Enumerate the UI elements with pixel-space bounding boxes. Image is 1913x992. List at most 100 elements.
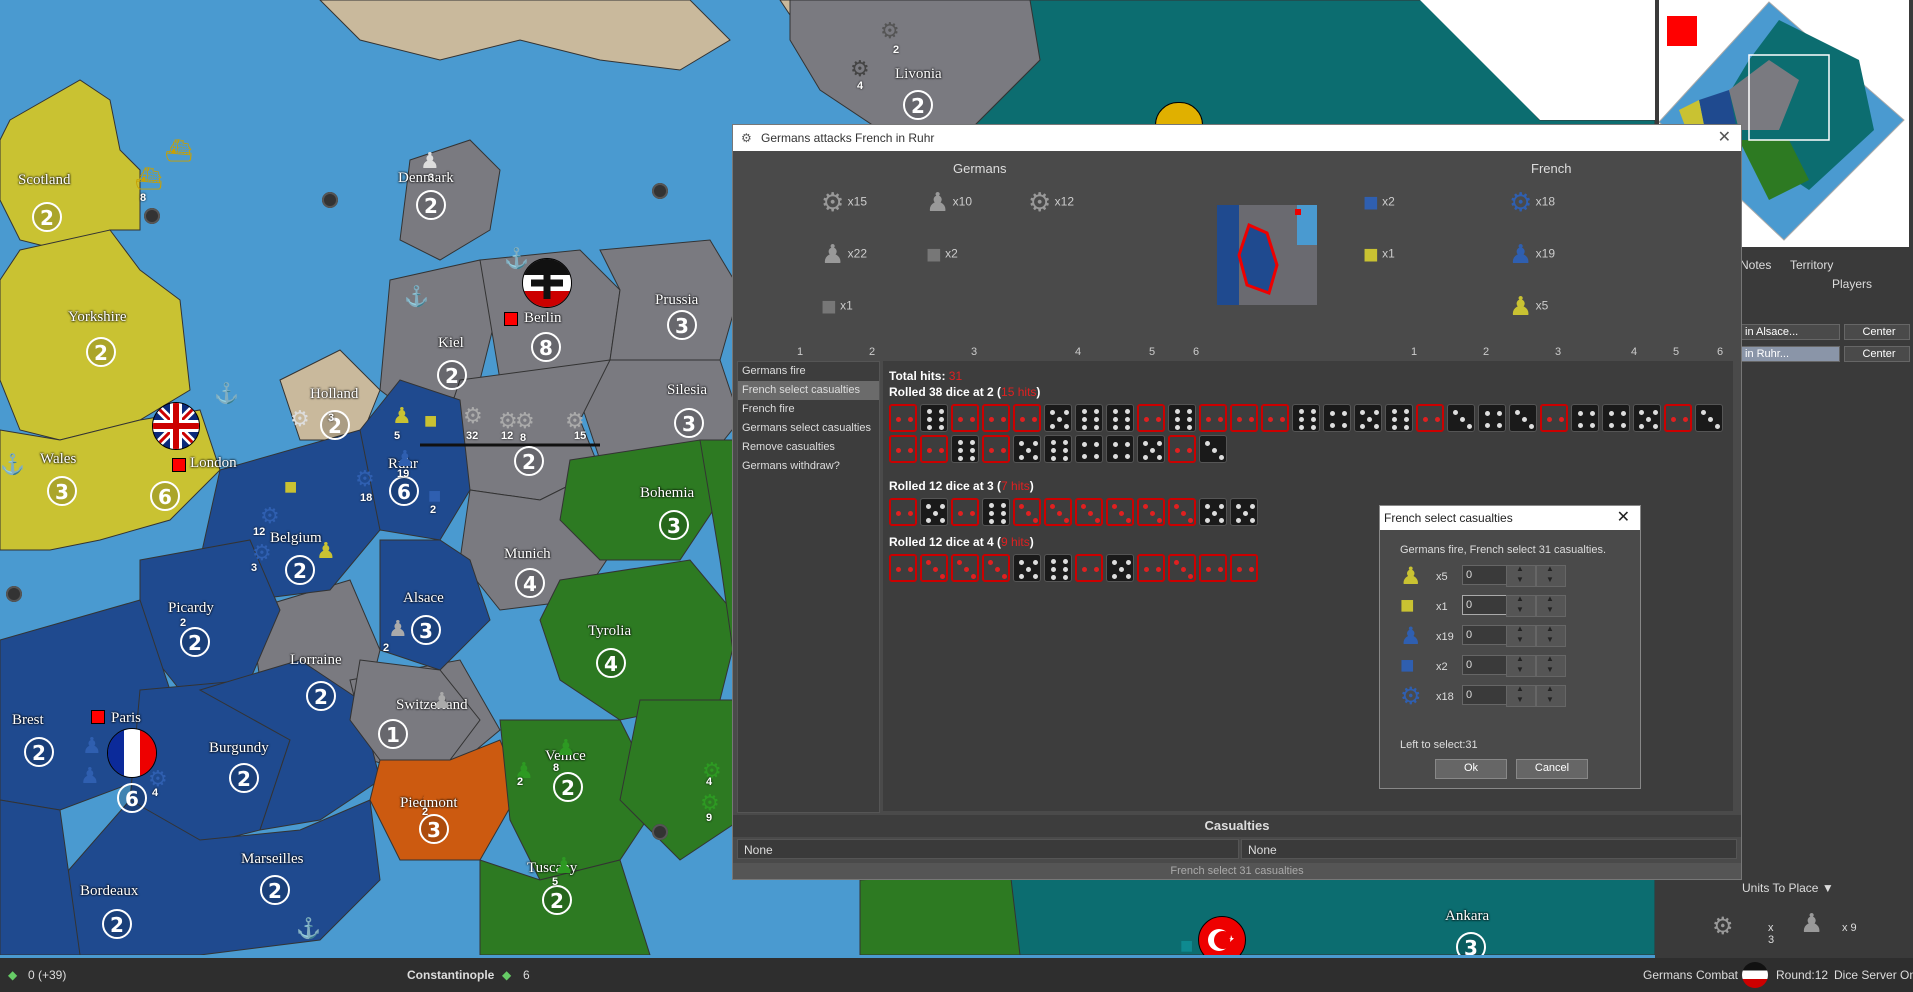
ruhr-territory-thumbnail xyxy=(1217,205,1317,305)
place-unit-artillery[interactable]: ⚙ x 3 xyxy=(1712,912,1782,946)
infantry-unit-icon[interactable]: ♟ xyxy=(388,618,408,640)
casualty-row: ♟ x5 xyxy=(1400,562,1630,592)
artillery-unit-icon[interactable]: ⚙ xyxy=(290,408,310,430)
casualty-count-input[interactable] xyxy=(1462,685,1508,705)
miss-die-icon xyxy=(1044,435,1072,463)
artillery-unit-icon[interactable]: ⚙ xyxy=(850,58,870,80)
battle-step-item[interactable]: Germans fire xyxy=(738,362,879,381)
hit-die-icon xyxy=(920,435,948,463)
tank-unit-icon[interactable]: ■ xyxy=(284,476,297,498)
battleship-unit-icon[interactable]: ⛴ xyxy=(135,168,163,190)
casualty-max-spinner[interactable] xyxy=(1536,594,1566,617)
casualty-spinner[interactable] xyxy=(1506,654,1536,677)
artillery-unit-icon[interactable]: ⚙ xyxy=(355,468,375,490)
battle-step-item[interactable]: Remove casualties xyxy=(738,438,879,457)
casualty-max-spinner[interactable] xyxy=(1536,684,1566,707)
tab-notes[interactable]: Notes xyxy=(1740,258,1771,272)
tab-territory[interactable]: Territory xyxy=(1790,258,1833,272)
artillery-unit-icon[interactable]: ⚙ xyxy=(700,792,720,814)
place-unit-infantry[interactable]: ♟ x 9 xyxy=(1800,908,1870,938)
pu-marker-piedmont: 3 xyxy=(419,814,449,844)
history-row-alsace[interactable]: in Alsace... xyxy=(1740,324,1840,340)
roll-label: Rolled 12 dice at 4 ( xyxy=(889,535,1002,549)
roll-suffix: ) xyxy=(1029,479,1034,493)
casualty-spinner[interactable] xyxy=(1506,564,1536,587)
casualty-max-spinner[interactable] xyxy=(1536,624,1566,647)
casualty-spinner[interactable] xyxy=(1506,624,1536,647)
close-icon[interactable]: ✕ xyxy=(1718,125,1731,151)
artillery-unit-icon[interactable]: ⚙ xyxy=(252,542,272,564)
miss-die-icon xyxy=(1044,404,1072,432)
cancel-button[interactable]: Cancel xyxy=(1516,759,1588,779)
defender-unit: ■ x1 xyxy=(1363,239,1395,270)
battleship-unit-icon[interactable]: ⛴ xyxy=(165,140,193,162)
hover-territory-pus: 6 xyxy=(523,968,530,982)
money-icon: ◆ xyxy=(502,968,512,982)
miss-die-icon xyxy=(1106,404,1134,432)
infantry-unit-icon[interactable]: ♟ xyxy=(432,690,452,712)
infantry-unit-icon[interactable]: ♟ xyxy=(556,737,576,759)
tank-unit-icon[interactable]: ■ xyxy=(424,410,437,432)
ok-button[interactable]: Ok xyxy=(1435,759,1507,779)
territory-label-kiel: Kiel xyxy=(438,335,464,351)
territory-label-picardy: Picardy xyxy=(168,600,214,616)
unit-count-label: 4 xyxy=(152,787,159,799)
center-button-ruhr[interactable]: Center xyxy=(1844,346,1910,362)
mine-icon xyxy=(322,192,338,208)
history-row-ruhr[interactable]: in Ruhr... xyxy=(1740,346,1840,362)
place-unit-count: x 9 xyxy=(1842,922,1857,934)
unit-count-label: 4 xyxy=(706,776,713,788)
casualty-spinner[interactable] xyxy=(1506,594,1536,617)
artillery-unit-icon[interactable]: ⚙ xyxy=(880,20,900,42)
infantry-unit-icon[interactable]: ♟ xyxy=(420,150,440,172)
pu-marker-prussia: 3 xyxy=(667,310,697,340)
artillery-unit-icon[interactable]: ⚙ xyxy=(565,410,585,432)
unit-count-label: 18 xyxy=(360,492,373,504)
battle-window-titlebar: ⚙ Germans attacks French in Ruhr ✕ xyxy=(733,125,1741,151)
center-button-alsace[interactable]: Center xyxy=(1844,324,1910,340)
casualty-spinner[interactable] xyxy=(1506,684,1536,707)
casualty-max-spinner[interactable] xyxy=(1536,654,1566,677)
artillery-unit-icon[interactable]: ⚙ xyxy=(260,505,280,527)
battle-step-item[interactable]: Germans withdraw? xyxy=(738,457,879,476)
tank-icon: ■ xyxy=(1400,652,1415,679)
roll-suffix: ) xyxy=(1036,385,1041,399)
battle-step-item[interactable]: Germans select casualties xyxy=(738,419,879,438)
infantry-unit-icon[interactable]: ♟ xyxy=(82,735,102,757)
territory-label-burgundy: Burgundy xyxy=(209,740,269,756)
artillery-unit-icon[interactable]: ⚙ xyxy=(463,405,483,427)
casualty-count-input[interactable] xyxy=(1462,565,1508,585)
infantry-unit-icon[interactable]: ♟ xyxy=(392,405,412,427)
unit-count-label: 32 xyxy=(466,430,479,442)
unit-count-label: 3 xyxy=(428,172,435,184)
miss-die-icon xyxy=(1199,435,1227,463)
casualty-count-input[interactable] xyxy=(1462,625,1508,645)
casualty-max-spinner[interactable] xyxy=(1536,564,1566,587)
tank-icon: ■ xyxy=(926,239,942,269)
hit-die-icon xyxy=(1013,498,1041,526)
infantry-unit-icon[interactable]: ♟ xyxy=(420,782,440,804)
pu-marker-wales: 3 xyxy=(47,476,77,506)
artillery-unit-icon[interactable]: ⚙ xyxy=(515,410,535,432)
casualty-count-input[interactable] xyxy=(1462,595,1508,615)
territory-label-london: London xyxy=(190,455,237,471)
hit-die-icon xyxy=(982,554,1010,582)
tank-unit-icon[interactable]: ■ xyxy=(1180,935,1193,956)
units-to-place-toggle[interactable]: Units To Place ▼ xyxy=(1742,881,1834,895)
current-player: Germans xyxy=(1643,968,1693,982)
close-icon[interactable]: ✕ xyxy=(1617,506,1630,530)
infantry-unit-icon[interactable]: ♟ xyxy=(80,765,100,787)
anchor-icon: ⚓ xyxy=(296,918,321,940)
infantry-unit-icon[interactable]: ♟ xyxy=(316,540,336,562)
infantry-unit-icon[interactable]: ♟ xyxy=(395,448,415,470)
hit-die-icon xyxy=(1230,404,1258,432)
tab-players[interactable]: Players xyxy=(1832,277,1872,291)
casualty-count-input[interactable] xyxy=(1462,655,1508,675)
roll-title: Rolled 38 dice at 2 (15 hits) xyxy=(889,385,1040,399)
battle-step-item[interactable]: French select casualties xyxy=(738,381,879,400)
dialog-title: French select casualties xyxy=(1384,511,1513,525)
pu-marker-paris: 6 xyxy=(117,783,147,813)
battle-step-item[interactable]: French fire xyxy=(738,400,879,419)
pu-marker-brest: 2 xyxy=(24,737,54,767)
infantry-unit-icon[interactable]: ♟ xyxy=(554,855,574,877)
